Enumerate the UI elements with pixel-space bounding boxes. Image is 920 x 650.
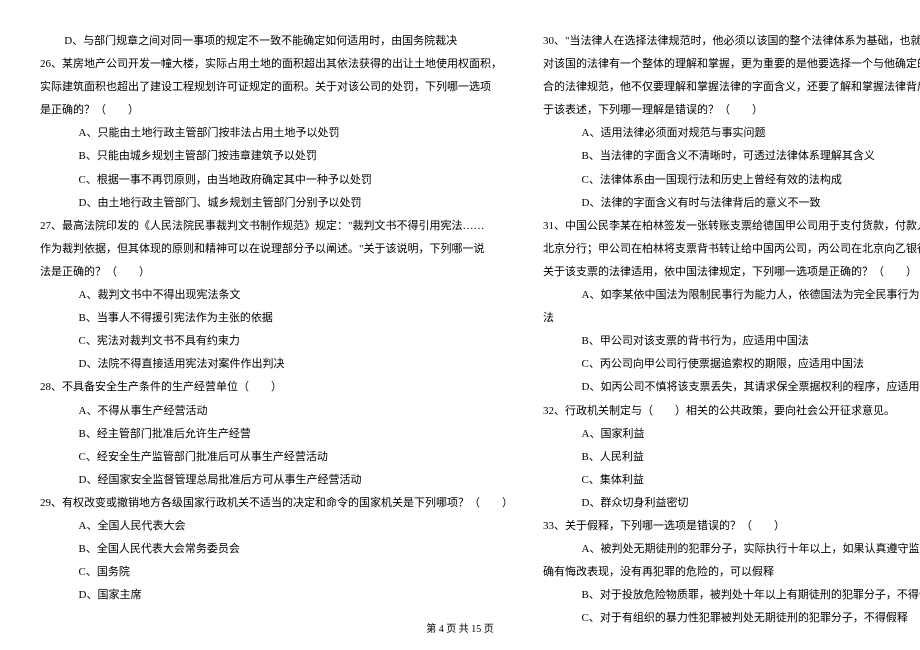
q27-option-b: B、当事人不得援引宪法作为主张的依据 [40, 307, 513, 330]
q29-option-b: B、全国人民代表大会常务委员会 [40, 538, 513, 561]
q27-option-c: C、宪法对裁判文书不具有约束力 [40, 330, 513, 353]
q30-stem-l4: 于该表述，下列哪一理解是错误的？（ ） [543, 99, 920, 122]
q31-stem-l3: 关于该支票的法律适用，依中国法律规定，下列哪一选项是正确的？（ ） [543, 261, 920, 284]
q32-stem: 32、行政机关制定与（ ）相关的公共政策，要向社会公开征求意见。 [543, 400, 920, 423]
q31-option-a-l2: 法 [543, 307, 920, 330]
right-column: 30、"当法律人在选择法律规范时，他必须以该国的整个法律体系为基础，也就是说，他… [543, 30, 920, 560]
exam-page: D、与部门规章之间对同一事项的规定不一致不能确定如何适用时，由国务院裁决 26、… [0, 0, 920, 600]
left-column: D、与部门规章之间对同一事项的规定不一致不能确定如何适用时，由国务院裁决 26、… [40, 30, 513, 560]
q26-stem-l2: 实际建筑面积也超出了建设工程规划许可证规定的面积。关于对该公司的处罚，下列哪一选… [40, 76, 513, 99]
q26-option-c: C、根据一事不再罚原则，由当地政府确定其中一种予以处罚 [40, 169, 513, 192]
q31-option-d: D、如丙公司不慎将该支票丢失，其请求保全票据权利的程序，应适用德国法 [543, 376, 920, 399]
q31-option-c: C、丙公司向甲公司行使票据追索权的期限，应适用中国法 [543, 353, 920, 376]
q26-option-a: A、只能由土地行政主管部门按非法占用土地予以处罚 [40, 122, 513, 145]
q29-option-a: A、全国人民代表大会 [40, 515, 513, 538]
q32-option-c: C、集体利益 [543, 469, 920, 492]
q28-option-c: C、经安全生产监管部门批准后可从事生产经营活动 [40, 446, 513, 469]
q29-option-d: D、国家主席 [40, 584, 513, 607]
q28-option-a: A、不得从事生产经营活动 [40, 400, 513, 423]
q30-option-c: C、法律体系由一国现行法和历史上曾经有效的法构成 [543, 169, 920, 192]
q29-stem: 29、有权改变或撤销地方各级国家行政机关不适当的决定和命令的国家机关是下列哪项？… [40, 492, 513, 515]
q27-option-a: A、裁判文书中不得出现宪法条文 [40, 284, 513, 307]
q32-option-d: D、群众切身利益密切 [543, 492, 920, 515]
q33-stem: 33、关于假释，下列哪一选项是错误的？（ ） [543, 515, 920, 538]
q31-option-a-l1: A、如李某依中国法为限制民事行为能力人，依德国法为完全民事行为能力人，应适用德国 [543, 284, 920, 307]
q30-stem-l2: 对该国的法律有一个整体的理解和掌握，更为重要的是他要选择一个与他确定的案件事实相… [543, 53, 920, 76]
q29-option-c: C、国务院 [40, 561, 513, 584]
q30-stem-l3: 合的法律规范，他不仅要理解和掌握法律的字面含义，还要了解和掌握法律背后的意义。"… [543, 76, 920, 99]
q30-stem-l1: 30、"当法律人在选择法律规范时，他必须以该国的整个法律体系为基础，也就是说，他… [543, 30, 920, 53]
q28-option-d: D、经国家安全监督管理总局批准后方可从事生产经营活动 [40, 469, 513, 492]
q26-stem-l1: 26、某房地产公司开发一幢大楼，实际占用土地的面积超出其依法获得的出让土地使用权… [40, 53, 513, 76]
q30-option-d: D、法律的字面含义有时与法律背后的意义不一致 [543, 192, 920, 215]
q28-option-b: B、经主管部门批准后允许生产经营 [40, 423, 513, 446]
q30-option-a: A、适用法律必须面对规范与事实问题 [543, 122, 920, 145]
q26-option-d: D、由土地行政主管部门、城乡规划主管部门分别予以处罚 [40, 192, 513, 215]
q30-option-b: B、当法律的字面含义不清晰时，可透过法律体系理解其含义 [543, 145, 920, 168]
q31-option-b: B、甲公司对该支票的背书行为，应适用中国法 [543, 330, 920, 353]
q31-stem-l2: 北京分行；甲公司在柏林将支票背书转让给中国丙公司，丙公司在北京向乙银行请求付款时… [543, 238, 920, 261]
q28-stem: 28、不具备安全生产条件的生产经营单位（ ） [40, 376, 513, 399]
q26-option-b: B、只能由城乡规划主管部门按违章建筑予以处罚 [40, 145, 513, 168]
q32-option-a: A、国家利益 [543, 423, 920, 446]
q27-stem-l1: 27、最高法院印发的《人民法院民事裁判文书制作规范》规定："裁判文书不得引用宪法… [40, 215, 513, 238]
q27-option-d: D、法院不得直接适用宪法对案件作出判决 [40, 353, 513, 376]
q31-stem-l1: 31、中国公民李某在柏林签发一张转账支票给德国甲公司用于支付货款，付款人为中国乙… [543, 215, 920, 238]
q25-option-d: D、与部门规章之间对同一事项的规定不一致不能确定如何适用时，由国务院裁决 [40, 30, 513, 53]
q27-stem-l3: 法是正确的？（ ） [40, 261, 513, 284]
q33-option-a-l1: A、被判处无期徒刑的犯罪分子，实际执行十年以上，如果认真遵守监规、接受教育改造， [543, 538, 920, 561]
q33-option-b: B、对于投放危险物质罪，被判处十年以上有期徒刑的犯罪分子，不得假释 [543, 584, 920, 607]
page-footer: 第 4 页 共 15 页 [0, 620, 920, 635]
q26-stem-l3: 是正确的？（ ） [40, 99, 513, 122]
q32-option-b: B、人民利益 [543, 446, 920, 469]
q27-stem-l2: 作为裁判依据，但其体现的原则和精神可以在说理部分予以阐述。"关于该说明，下列哪一… [40, 238, 513, 261]
q33-option-a-l2: 确有悔改表现，没有再犯罪的危险的，可以假释 [543, 561, 920, 584]
